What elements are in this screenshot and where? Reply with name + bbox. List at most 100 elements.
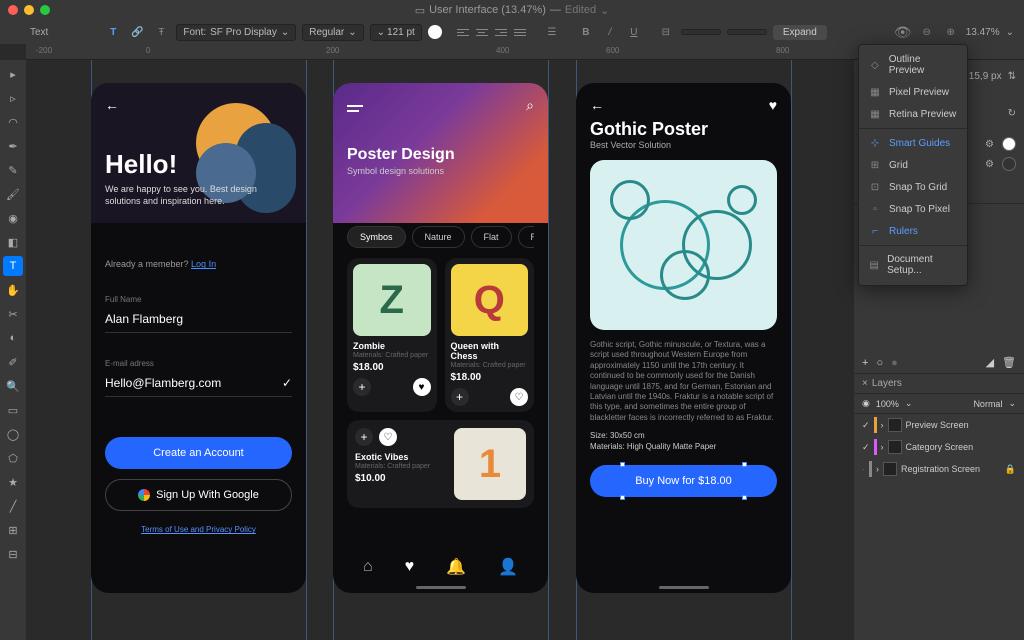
favorite-button[interactable]: ♥ bbox=[413, 378, 431, 396]
product-card-wide[interactable]: +♡ Exotic Vibes Materials: Crafted paper… bbox=[347, 420, 534, 508]
rect-tool[interactable]: ▭ bbox=[3, 400, 23, 420]
filter-icon[interactable]: ◢ bbox=[986, 356, 994, 369]
gear-icon[interactable]: ⚙ bbox=[985, 159, 994, 170]
leading-dropdown[interactable] bbox=[727, 29, 767, 35]
slice-tool[interactable]: ⊟ bbox=[3, 544, 23, 564]
gear-icon[interactable]: ⚙ bbox=[985, 139, 994, 150]
add-layer-icon[interactable]: + bbox=[862, 357, 868, 369]
layer-row[interactable]: ✓›Category Screen bbox=[854, 436, 1024, 458]
weight-dropdown[interactable]: Regular⌄ bbox=[302, 24, 363, 41]
artboard-preview[interactable]: ← ♥ Gothic Poster Best Vector Solution G… bbox=[576, 83, 791, 593]
align-justify-icon[interactable] bbox=[511, 23, 529, 41]
fullname-field[interactable]: Alan Flamberg bbox=[105, 306, 292, 333]
pencil-tool[interactable]: ✎ bbox=[3, 160, 23, 180]
selection-handle[interactable] bbox=[742, 462, 747, 467]
pen-tool[interactable]: ✒ bbox=[3, 136, 23, 156]
lock-aspect-icon[interactable]: ⇅ bbox=[1008, 71, 1016, 82]
gradient-tool[interactable]: ◐ bbox=[3, 328, 23, 348]
scissors-tool[interactable]: ✂ bbox=[3, 304, 23, 324]
close-icon[interactable]: × bbox=[862, 378, 868, 389]
menu-document-setup[interactable]: ▤Document Setup... bbox=[859, 249, 967, 281]
google-signup-button[interactable]: Sign Up With Google bbox=[105, 479, 292, 511]
zoom-out-icon[interactable]: ⊖ bbox=[918, 23, 936, 41]
favorite-icon[interactable]: ♥ bbox=[769, 97, 777, 113]
title-chevron-icon[interactable]: ⌄ bbox=[600, 4, 609, 17]
brush-tool[interactable]: 🖌 bbox=[3, 184, 23, 204]
terms-link[interactable]: Terms of Use and Privacy Policy bbox=[105, 525, 292, 534]
selection-handle[interactable] bbox=[620, 495, 625, 500]
bold-icon[interactable]: B bbox=[577, 23, 595, 41]
maximize-window[interactable] bbox=[40, 5, 50, 15]
list-style-icon[interactable]: ☰ bbox=[543, 23, 561, 41]
circle-icon[interactable]: ○ bbox=[876, 357, 883, 369]
menu-rulers[interactable]: ⌐Rulers bbox=[859, 220, 967, 242]
add-button[interactable]: + bbox=[353, 378, 371, 396]
align-center-icon[interactable] bbox=[473, 23, 491, 41]
preview-icon[interactable]: 👁 bbox=[894, 23, 912, 41]
expand-icon[interactable]: › bbox=[876, 464, 879, 474]
buy-button[interactable]: Buy Now for $18.00 bbox=[590, 465, 777, 497]
favorite-button[interactable]: ♡ bbox=[379, 428, 397, 446]
lasso-tool[interactable]: ◠ bbox=[3, 112, 23, 132]
zoom-tool[interactable]: 🔍 bbox=[3, 376, 23, 396]
menu-outline-preview[interactable]: ◇Outline Preview bbox=[859, 49, 967, 81]
underline-icon[interactable]: U bbox=[625, 23, 643, 41]
size-stepper[interactable]: ⌄121 pt bbox=[370, 24, 422, 41]
back-arrow-icon[interactable]: ← bbox=[590, 97, 604, 113]
eyedropper-tool[interactable]: ✐ bbox=[3, 352, 23, 372]
layer-row[interactable]: ✓›Preview Screen bbox=[854, 414, 1024, 436]
line-tool[interactable]: ╱ bbox=[3, 496, 23, 516]
text-style-icon[interactable]: Ŧ bbox=[152, 23, 170, 41]
lock-icon[interactable]: 🔒 bbox=[1005, 464, 1016, 475]
zoom-in-icon[interactable]: ⊕ bbox=[942, 23, 960, 41]
hand-tool[interactable]: ✋ bbox=[3, 280, 23, 300]
product-card[interactable]: Z Zombie Materials: Crafted paper $18.00… bbox=[347, 258, 437, 412]
selection-handle[interactable] bbox=[742, 495, 747, 500]
chevron-down-icon[interactable]: ⌄ bbox=[905, 398, 913, 409]
expand-button[interactable]: Expand bbox=[773, 25, 827, 40]
favorites-icon[interactable]: ♥ bbox=[405, 558, 415, 576]
fill-swatch[interactable] bbox=[1002, 137, 1016, 151]
color-swatch[interactable] bbox=[428, 25, 442, 39]
back-arrow-icon[interactable]: ← bbox=[105, 97, 292, 113]
refresh-icon[interactable]: ↻ bbox=[1008, 108, 1016, 119]
login-link[interactable]: Log In bbox=[191, 259, 216, 269]
zoom-value[interactable]: 13.47% bbox=[966, 27, 1000, 38]
trash-icon[interactable]: 🗑 bbox=[1002, 356, 1016, 369]
expand-icon[interactable]: › bbox=[881, 442, 884, 452]
create-account-button[interactable]: Create an Account bbox=[105, 437, 292, 469]
text-tool-icon[interactable]: T bbox=[104, 23, 122, 41]
filled-circle-icon[interactable]: ● bbox=[891, 357, 898, 369]
minimize-window[interactable] bbox=[24, 5, 34, 15]
menu-smart-guides[interactable]: ⊹Smart Guides bbox=[859, 132, 967, 154]
chip-more[interactable]: R bbox=[518, 226, 534, 248]
menu-grid[interactable]: ⊞Grid bbox=[859, 154, 967, 176]
italic-icon[interactable]: / bbox=[601, 23, 619, 41]
guide[interactable] bbox=[306, 60, 307, 640]
menu-icon[interactable] bbox=[347, 105, 363, 107]
expand-icon[interactable]: › bbox=[881, 420, 884, 430]
artboard-tool[interactable]: ⊞ bbox=[3, 520, 23, 540]
visibility-icon[interactable]: ◉ bbox=[862, 398, 870, 409]
favorite-button[interactable]: ♡ bbox=[510, 388, 528, 406]
product-card[interactable]: Q Queen with Chess Materials: Crafted pa… bbox=[445, 258, 535, 412]
visibility-icon[interactable]: · bbox=[862, 464, 865, 474]
link-icon[interactable]: 🔗 bbox=[128, 23, 146, 41]
profile-icon[interactable]: 👤 bbox=[498, 557, 518, 577]
text-tool[interactable]: T bbox=[3, 256, 23, 276]
selection-handle[interactable] bbox=[620, 462, 625, 467]
eraser-tool[interactable]: ◧ bbox=[3, 232, 23, 252]
email-field[interactable]: Hello@Flamberg.com✓ bbox=[105, 370, 292, 397]
select-tool[interactable]: ▸ bbox=[3, 64, 23, 84]
search-icon[interactable]: ⌕ bbox=[526, 97, 534, 114]
close-window[interactable] bbox=[8, 5, 18, 15]
menu-snap-pixel[interactable]: ▫Snap To Pixel bbox=[859, 198, 967, 220]
align-right-icon[interactable] bbox=[492, 23, 510, 41]
font-dropdown[interactable]: Font:SF Pro Display⌄ bbox=[176, 24, 296, 41]
guide[interactable] bbox=[548, 60, 549, 640]
align-left-icon[interactable] bbox=[454, 23, 472, 41]
chip-nature[interactable]: Nature bbox=[412, 226, 465, 248]
menu-snap-grid[interactable]: ⊡Snap To Grid bbox=[859, 176, 967, 198]
fill-tool[interactable]: ◉ bbox=[3, 208, 23, 228]
baseline-icon[interactable]: ⊟ bbox=[657, 23, 675, 41]
